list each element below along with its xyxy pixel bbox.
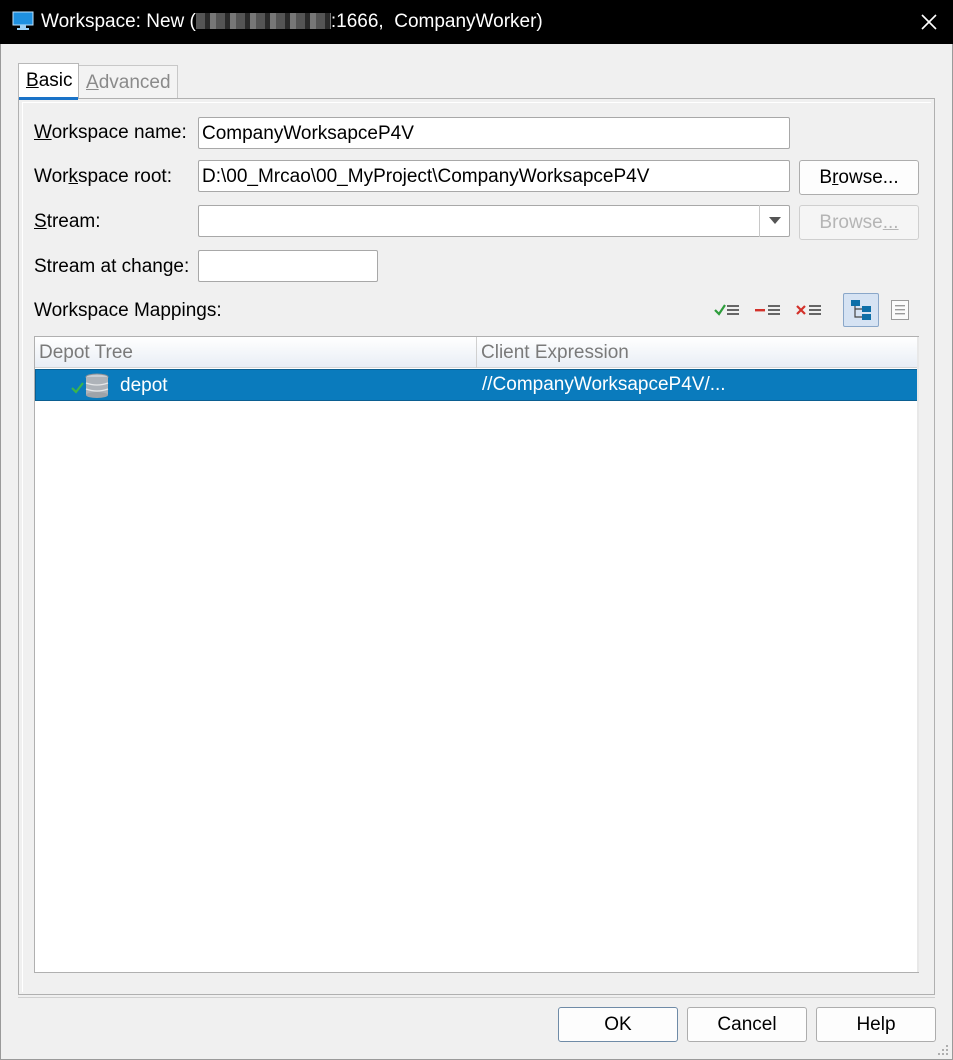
workspace-name-input[interactable]: CompanyWorksapceP4V bbox=[198, 117, 790, 149]
footer-separator bbox=[18, 997, 935, 998]
close-button[interactable] bbox=[919, 12, 939, 32]
depot-name: depot bbox=[120, 375, 168, 396]
tree-view-toggle[interactable] bbox=[843, 293, 879, 327]
text-view-icon bbox=[891, 300, 909, 320]
cancel-button[interactable]: Cancel bbox=[687, 1007, 807, 1042]
workspace-root-value: D:\00_Mrcao\00_MyProject\CompanyWorksapc… bbox=[202, 166, 650, 187]
table-header: Depot Tree Client Expression bbox=[35, 337, 918, 368]
workspace-name-value: CompanyWorksapceP4V bbox=[202, 123, 414, 144]
stream-at-change-input[interactable] bbox=[198, 250, 378, 282]
stream-at-change-label: Stream at change: bbox=[34, 256, 190, 277]
title-bar: Workspace: New (:1666, CompanyWorker) bbox=[0, 0, 953, 44]
browse-root-button[interactable]: Browse... bbox=[799, 160, 919, 195]
depot-database-icon bbox=[71, 373, 109, 398]
table-row[interactable]: depot //CompanyWorksapceP4V/... bbox=[35, 369, 918, 401]
depot-cell: depot bbox=[70, 373, 168, 399]
workspace-root-input[interactable]: D:\00_Mrcao\00_MyProject\CompanyWorksapc… bbox=[198, 160, 790, 192]
remove-mapping-button[interactable] bbox=[795, 296, 823, 324]
text-view-toggle[interactable] bbox=[886, 296, 914, 324]
window-title: Workspace: New (:1666, CompanyWorker) bbox=[41, 11, 543, 32]
column-header-client-expression[interactable]: Client Expression bbox=[477, 337, 918, 368]
tree-view-icon bbox=[851, 300, 871, 320]
browse-stream-button[interactable]: Browse... bbox=[799, 205, 919, 240]
workspace-root-label: Workspace root: bbox=[34, 166, 172, 187]
tab-advanced[interactable]: Advanced bbox=[79, 65, 178, 98]
client-expression-cell: //CompanyWorksapceP4V/... bbox=[482, 374, 726, 395]
exclude-mapping-icon bbox=[755, 305, 780, 315]
workspace-name-label: Workspace name: bbox=[34, 122, 187, 143]
ok-button[interactable]: OK bbox=[558, 1007, 678, 1042]
help-button[interactable]: Help bbox=[816, 1007, 936, 1042]
redacted-server-address bbox=[195, 13, 331, 29]
table-scroll-edge bbox=[917, 337, 919, 972]
close-icon bbox=[921, 14, 937, 30]
include-mapping-icon bbox=[714, 304, 739, 316]
include-mapping-button[interactable] bbox=[713, 296, 741, 324]
tab-basic[interactable]: Basic bbox=[18, 63, 79, 100]
stream-dropdown-button[interactable] bbox=[759, 205, 789, 237]
resize-grip-icon[interactable] bbox=[936, 1043, 950, 1057]
workspace-mappings-label: Workspace Mappings: bbox=[34, 300, 222, 321]
stream-label: Stream: bbox=[34, 211, 101, 232]
remove-mapping-icon bbox=[796, 305, 821, 315]
chevron-down-icon bbox=[768, 217, 781, 224]
exclude-mapping-button[interactable] bbox=[754, 296, 782, 324]
monitor-icon bbox=[12, 11, 34, 36]
column-header-depot-tree[interactable]: Depot Tree bbox=[35, 337, 477, 368]
mappings-table[interactable]: Depot Tree Client Expression depot //Com… bbox=[34, 336, 919, 973]
stream-combo[interactable] bbox=[198, 205, 790, 237]
